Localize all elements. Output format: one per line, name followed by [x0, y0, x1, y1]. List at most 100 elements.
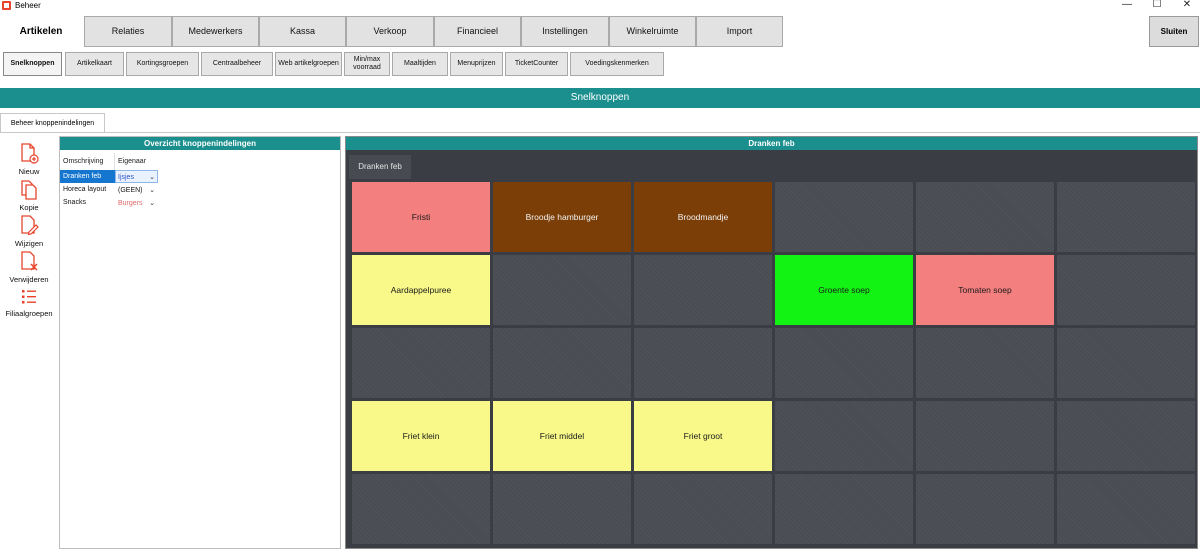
overview-title: Overzicht knoppenindelingen	[60, 137, 340, 150]
column-header-eigenaar[interactable]: Eigenaar	[115, 153, 146, 170]
quick-button-label: Aardappelpuree	[390, 285, 452, 295]
delete-label: Verwijderen	[9, 275, 49, 284]
subtab-voedingskenmerken[interactable]: Voedingskenmerken	[570, 52, 664, 76]
empty-grid-cell[interactable]	[775, 401, 913, 471]
subtab-web-artikelgroepen[interactable]: Web artikelgroepen	[275, 52, 342, 76]
tab-import[interactable]: Import	[696, 16, 783, 47]
quick-button[interactable]: Friet middel	[493, 401, 631, 471]
table-row[interactable]: Horeca layout (GEEN) ⌄	[60, 183, 160, 196]
list-icon	[22, 290, 36, 304]
tab-dranken-feb[interactable]: Dranken feb	[349, 155, 411, 179]
empty-grid-cell[interactable]	[1057, 182, 1195, 252]
delete-icon	[21, 251, 38, 271]
empty-grid-cell[interactable]	[493, 255, 631, 325]
tab-kassa[interactable]: Kassa	[259, 16, 346, 47]
tab-verkoop[interactable]: Verkoop	[346, 16, 434, 47]
edit-label: Wijzigen	[14, 239, 44, 248]
quick-button-label: Friet klein	[402, 431, 440, 441]
section-divider	[0, 132, 1200, 133]
empty-grid-cell[interactable]	[775, 474, 913, 544]
button-grid: Fristi Broodje hamburger Broodmandje Aardap…	[349, 179, 1195, 547]
tab-instellingen[interactable]: Instellingen	[521, 16, 609, 47]
owner-select[interactable]: Burgers ⌄	[115, 196, 158, 209]
owner-value: Ijsjes	[118, 174, 134, 181]
empty-grid-cell[interactable]	[634, 474, 772, 544]
window-title: Beheer	[15, 1, 41, 10]
chevron-down-icon[interactable]: ⌄	[149, 197, 155, 210]
new-button[interactable]: Nieuw	[0, 143, 58, 176]
empty-grid-cell[interactable]	[352, 474, 490, 544]
tab-beheer-knoppenindelingen[interactable]: Beheer knoppenindelingen	[0, 113, 105, 133]
tab-relaties[interactable]: Relaties	[84, 16, 172, 47]
grid-title: Dranken feb	[346, 137, 1197, 150]
quick-button-label: Friet groot	[683, 431, 723, 441]
empty-grid-cell[interactable]	[916, 328, 1054, 398]
empty-grid-cell[interactable]	[634, 255, 772, 325]
owner-value: (GEEN)	[118, 187, 143, 194]
row-description[interactable]: Snacks	[60, 196, 115, 209]
owner-value: Burgers	[118, 200, 143, 207]
close-window-button[interactable]: ✕	[1170, 0, 1200, 11]
new-document-icon	[21, 143, 39, 164]
tab-winkelruimte[interactable]: Winkelruimte	[609, 16, 696, 47]
tab-financieel[interactable]: Financieel	[434, 16, 521, 47]
owner-select[interactable]: (GEEN) ⌄	[115, 183, 158, 196]
empty-grid-cell[interactable]	[916, 182, 1054, 252]
quick-button[interactable]: Broodmandje	[634, 182, 772, 252]
empty-grid-cell[interactable]	[352, 328, 490, 398]
quick-button-label: Friet middel	[539, 431, 585, 441]
delete-button[interactable]: Verwijderen	[0, 251, 58, 284]
row-description[interactable]: Horeca layout	[60, 183, 115, 196]
current-section-label[interactable]: Artikelen	[10, 22, 72, 42]
empty-grid-cell[interactable]	[493, 328, 631, 398]
quick-button[interactable]: Fristi	[352, 182, 490, 252]
empty-grid-cell[interactable]	[493, 474, 631, 544]
empty-grid-cell[interactable]	[775, 182, 913, 252]
overview-table: Omschrijving Eigenaar Dranken feb Ijsjes…	[60, 153, 160, 209]
subtab-kortingsgroepen[interactable]: Kortingsgroepen	[126, 52, 199, 76]
quick-button[interactable]: Friet klein	[352, 401, 490, 471]
edit-button[interactable]: Wijzigen	[0, 215, 58, 248]
column-header-omschrijving[interactable]: Omschrijving	[60, 153, 115, 170]
copy-button[interactable]: Kopie	[0, 179, 58, 212]
table-row[interactable]: Dranken feb Ijsjes ⌄	[60, 170, 160, 183]
button-grid-panel: Dranken feb Dranken feb Fristi Broodje ha…	[345, 136, 1198, 549]
quick-button[interactable]: Groente soep	[775, 255, 913, 325]
quick-button[interactable]: Friet groot	[634, 401, 772, 471]
page-header: Snelknoppen	[0, 88, 1200, 108]
branch-groups-button[interactable]: Filiaalgroepen	[0, 287, 58, 318]
empty-grid-cell[interactable]	[916, 401, 1054, 471]
minimize-button[interactable]: —	[1110, 0, 1144, 11]
subtab-min-max-voorraad[interactable]: Min/max voorraad	[344, 52, 390, 76]
subtab-artikelkaart[interactable]: Artikelkaart	[65, 52, 124, 76]
empty-grid-cell[interactable]	[1057, 401, 1195, 471]
empty-grid-cell[interactable]	[1057, 328, 1195, 398]
empty-grid-cell[interactable]	[1057, 255, 1195, 325]
table-row[interactable]: Snacks Burgers ⌄	[60, 196, 160, 209]
branch-groups-label: Filiaalgroepen	[5, 309, 53, 318]
quick-button-label: Fristi	[411, 212, 431, 222]
empty-grid-cell[interactable]	[634, 328, 772, 398]
quick-button[interactable]: Aardappelpuree	[352, 255, 490, 325]
subtab-menuprijzen[interactable]: Menuprijzen	[450, 52, 503, 76]
quick-button-label: Broodmandje	[677, 212, 729, 222]
overview-panel: Overzicht knoppenindelingen Omschrijving…	[59, 136, 341, 549]
subtab-centraalbeheer[interactable]: Centraalbeheer	[201, 52, 273, 76]
quick-button[interactable]: Broodje hamburger	[493, 182, 631, 252]
close-button[interactable]: Sluiten	[1149, 16, 1199, 47]
quick-button[interactable]: Tomaten soep	[916, 255, 1054, 325]
row-description[interactable]: Dranken feb	[60, 170, 115, 183]
app-icon	[2, 1, 11, 10]
owner-select[interactable]: Ijsjes ⌄	[115, 170, 158, 183]
subtab-snelknoppen[interactable]: Snelknoppen	[3, 52, 62, 76]
title-bar: Beheer — ☐ ✕	[0, 0, 1200, 11]
subtab-maaltijden[interactable]: Maaltijden	[392, 52, 448, 76]
empty-grid-cell[interactable]	[1057, 474, 1195, 544]
empty-grid-cell[interactable]	[775, 328, 913, 398]
quick-button-label: Broodje hamburger	[525, 212, 599, 222]
subtab-ticketcounter[interactable]: TicketCounter	[505, 52, 568, 76]
tab-medewerkers[interactable]: Medewerkers	[172, 16, 259, 47]
empty-grid-cell[interactable]	[916, 474, 1054, 544]
maximize-button[interactable]: ☐	[1140, 0, 1174, 11]
copy-icon	[21, 180, 37, 200]
